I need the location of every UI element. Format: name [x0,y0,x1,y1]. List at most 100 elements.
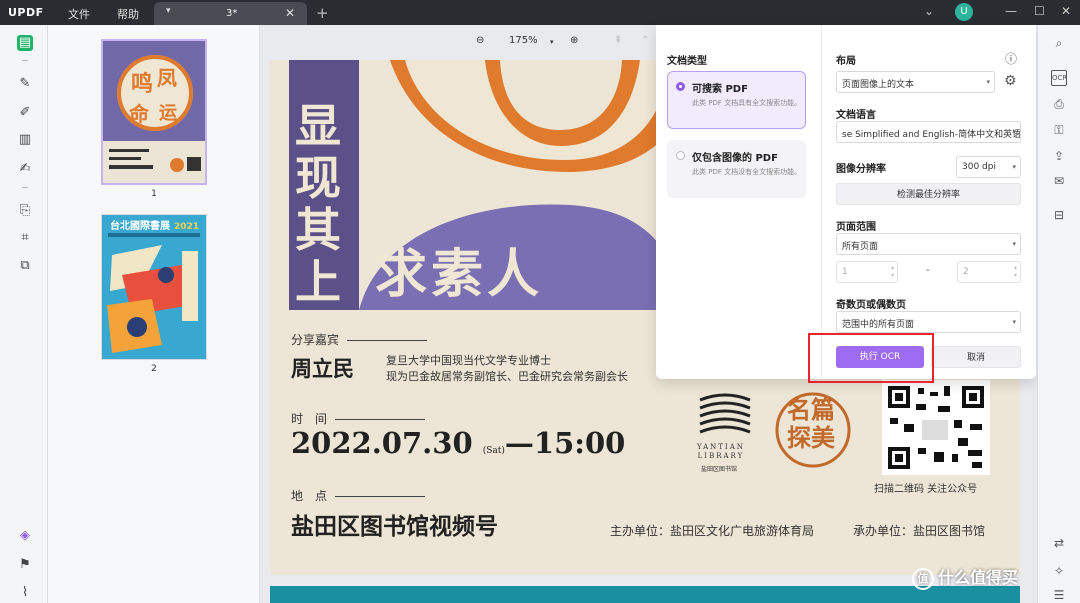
thumbnail-image: 台北國際書展 2021 [101,214,207,360]
share-icon[interactable]: ⇪ [1051,148,1067,164]
maximize-icon[interactable]: ☐ [1034,4,1045,18]
svg-text:命: 命 [129,102,150,126]
thumbnail-art: 台北國際書展 2021 [102,215,206,359]
thumbnail-panel: 鸣 凤 命 运 1 台北國際書展 2021 2 [48,25,260,603]
layout-select[interactable]: 页面图像上的文本 ▾ [836,71,995,93]
organize-pages-icon[interactable]: ⎘ [17,203,33,219]
edit-pdf-icon[interactable]: ✐ [17,105,33,121]
radio-searchable[interactable] [676,82,685,91]
page-range-select[interactable]: 所有页面 ▾ [836,233,1021,255]
speaker-description: 复旦大学中国现当代文学专业博士 现为巴金故居常务副馆长、巴金研究会常务副会长 [386,354,628,383]
doc-type-section: 文档类型 可搜索 PDF 此类 PDF 文档具有全文搜索功能。 仅包含图像的 P… [656,25,822,379]
minimize-icon[interactable]: — [1005,4,1017,18]
chevron-down-icon[interactable]: ⌄ [924,4,934,18]
form-icon[interactable]: ▥ [17,132,33,148]
page-thumbnail-1[interactable]: 鸣 凤 命 运 1 [101,39,207,199]
language-select[interactable]: se Simplified and English-简体中文和英语 ▾ [836,121,1021,143]
library-name-cn: 盐田区图书馆 [701,466,738,473]
layout-label: 布局 [836,56,856,67]
comment-icon[interactable]: ✎ [17,76,33,92]
library-logo [699,393,751,434]
help-icon[interactable]: ⓘ [1005,50,1017,67]
convert-icon[interactable]: ⧉ [17,258,33,274]
cancel-button[interactable]: 取消 [931,346,1021,368]
organizer: 主办单位：盐田区文化广电旅游体育局 [610,524,815,538]
zoom-out-icon[interactable]: ⊖ [476,35,484,46]
speaker-name: 周立民 [291,356,354,381]
undertaker: 承办单位：盐田区图书馆 [853,524,986,538]
svg-text:运: 运 [159,103,177,124]
menu-file[interactable]: 文件 [68,6,90,22]
left-toolbar: ▤ ✎ ✐ ▥ ✍ ⎘ ⌗ ⧉ ◈ ⚑ ⌇ [0,25,48,603]
resolution-label: 图像分辨率 [836,164,886,175]
document-tab[interactable]: ▾ 3* ✕ [154,2,307,25]
divider [22,187,28,188]
search-icon[interactable]: ⌕ [1051,35,1067,51]
thumbnail-image: 鸣 凤 命 运 [101,39,207,185]
zoom-in-icon[interactable]: ⊕ [570,35,578,46]
option-title: 仅包含图像的 PDF [692,153,778,164]
convert-pdf-icon[interactable]: ⎙ [1051,96,1067,112]
title-bar: UPDF 文件 帮助 ▾ 3* ✕ + ⌄ U — ☐ ✕ [0,0,1080,25]
tab-dropdown-icon[interactable]: ▾ [166,6,171,16]
watermark: 值什么值得买 [912,564,1018,590]
range-separator: - [926,265,930,276]
reader-mode-icon[interactable]: ▤ [17,35,33,51]
save-icon[interactable]: ⊟ [1051,207,1067,223]
settings-gear-icon[interactable]: ⚙ [1004,73,1017,89]
tab-title: 3* [226,8,238,19]
page-thumbnail-2[interactable]: 台北國際書展 2021 2 [101,214,207,374]
protect-icon[interactable]: ⚿ [1051,122,1067,138]
close-tab-icon[interactable]: ✕ [285,6,295,20]
translate-icon[interactable]: ⇄ [1051,535,1067,551]
zoom-dropdown-icon[interactable]: ▾ [550,38,554,46]
option-description: 此类 PDF 文档具有全文搜索功能。 [692,99,802,107]
ocr-icon[interactable]: OCR [1051,70,1067,86]
svg-text:鸣: 鸣 [131,71,153,97]
page-number: 1 [151,189,157,199]
comment-list-icon[interactable]: ☰ [1051,587,1067,603]
thumbnail-art: 鸣 凤 命 运 [103,41,205,172]
previous-page-icon[interactable]: ⌃ [641,35,649,46]
range-to-input[interactable]: 2 ▴ ▾ [957,261,1021,283]
bookmark-icon[interactable]: ⚑ [17,557,33,573]
range-from-input[interactable]: 1 ▴ ▾ [836,261,898,283]
radio-image-only[interactable] [676,151,685,160]
close-window-icon[interactable]: ✕ [1061,4,1071,18]
divider [22,60,28,61]
resolution-select[interactable]: 300 dpi ▾ [956,156,1021,178]
page-number: 2 [151,364,157,374]
menu-help[interactable]: 帮助 [117,6,139,22]
email-icon[interactable]: ✉ [1051,173,1067,189]
poster-ribbon-text: 求素人 [375,244,544,305]
app-logo: UPDF [8,6,44,19]
annotation-highlight-box [808,333,934,383]
option-image-only-pdf[interactable]: 仅包含图像的 PDF 此类 PDF 文档没有全文搜索功能。 [667,140,806,198]
option-title: 可搜索 PDF [692,84,748,95]
attachment-icon[interactable]: ⌇ [17,585,33,601]
svg-text:台北國際書展: 台北國際書展 [110,219,170,232]
odd-even-select[interactable]: 范围中的所有页面 ▾ [836,311,1021,333]
crop-icon[interactable]: ⌗ [17,230,33,246]
place-label: 地 点 [291,487,426,504]
doc-type-title: 文档类型 [667,56,707,67]
library-name-en: YANTIAN LIBRARY [697,443,745,460]
ocr-panel: 文档类型 可搜索 PDF 此类 PDF 文档具有全文搜索功能。 仅包含图像的 P… [656,25,1036,379]
time-label: 时 间 [291,410,426,427]
svg-text:凤: 凤 [157,66,177,90]
event-place: 盐田区图书馆视频号 [291,513,498,540]
first-page-icon[interactable]: ⇞ [614,35,622,46]
avatar[interactable]: U [955,3,973,21]
detect-resolution-button[interactable]: 检测最佳分辨率 [836,183,1021,205]
layers-icon[interactable]: ◈ [17,528,33,544]
qr-code [882,380,990,475]
event-date: 2022.07.30 (Sat)—15:00 [291,426,626,460]
pdf-page-2 [270,586,1020,603]
seal-text: 名篇 探美 [787,395,835,452]
fill-sign-icon[interactable]: ✍ [17,161,33,177]
poster-char: 上 [295,255,341,309]
zoom-level[interactable]: 175% [509,35,538,46]
option-searchable-pdf[interactable]: 可搜索 PDF 此类 PDF 文档具有全文搜索功能。 [667,71,806,129]
new-tab-icon[interactable]: + [316,4,329,22]
ai-assistant-icon[interactable]: ✧ [1051,563,1067,579]
